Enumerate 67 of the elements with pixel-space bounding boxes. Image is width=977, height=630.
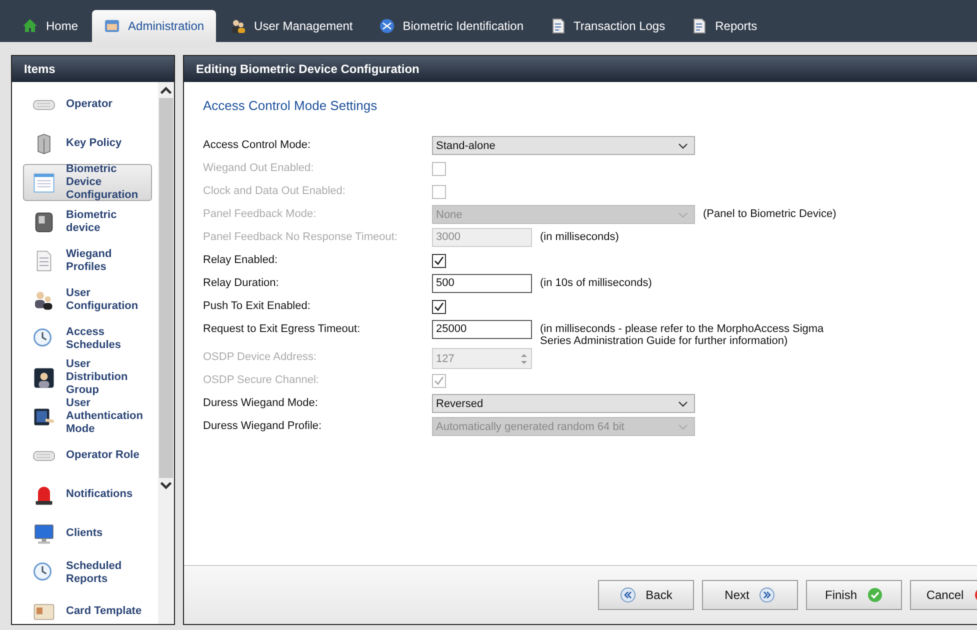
field-label: Relay Duration: — [203, 276, 280, 289]
field-label: Panel Feedback Mode: — [203, 207, 318, 220]
sidebar-item[interactable]: Notifications — [23, 476, 152, 513]
sidebar-item[interactable]: User Authentication Mode — [23, 398, 152, 435]
sidebar-item[interactable]: Access Schedules — [23, 320, 152, 357]
window-icon — [104, 18, 120, 34]
nav-tab[interactable]: Administration — [92, 10, 216, 42]
sidebar-item[interactable]: Biometric Device Configuration — [23, 164, 152, 201]
sidebar-item[interactable]: Biometric device — [23, 203, 152, 240]
field-hint: (in milliseconds) — [540, 230, 620, 243]
checkbox[interactable] — [432, 254, 446, 268]
input-field[interactable]: 25000 — [432, 320, 532, 339]
window-icon — [32, 170, 56, 194]
sidebar-item[interactable]: User Configuration — [23, 281, 152, 318]
field-label: Duress Wiegand Mode: — [203, 396, 319, 409]
house-icon — [22, 18, 38, 34]
field-label: Clock and Data Out Enabled: — [203, 184, 346, 197]
sidebar-item[interactable]: Card Template — [23, 593, 152, 630]
field-hint: (Panel to Biometric Device) — [703, 207, 838, 220]
caret-icon — [678, 210, 688, 220]
field-label: OSDP Secure Channel: — [203, 373, 320, 386]
check-icon — [867, 587, 883, 603]
field-hint: (in milliseconds - please refer to the MorphoAccess Sigma Series Administration Guide for further information) — [540, 322, 825, 347]
finish-button[interactable]: Finish — [806, 580, 902, 610]
back-button[interactable]: Back — [598, 580, 694, 610]
field-label: Push To Exit Enabled: — [203, 299, 312, 312]
nav-tab[interactable]: Biometric Identification — [366, 10, 536, 42]
double-chevron-left-icon — [620, 587, 636, 603]
nav-tab[interactable]: Transaction Logs — [538, 10, 678, 42]
field-label: Duress Wiegand Profile: — [203, 419, 323, 432]
nav-tab[interactable]: Home — [10, 10, 90, 42]
scrollbar-thumb[interactable] — [159, 98, 173, 478]
sidebar-item[interactable]: User Distribution Group — [23, 359, 152, 396]
nav-tab[interactable]: Reports — [679, 10, 770, 42]
sidebar-item[interactable]: Operator — [23, 86, 152, 123]
field-label: OSDP Device Address: — [203, 350, 318, 363]
field-label: Wiegand Out Enabled: — [203, 161, 315, 174]
panel-title: Editing Biometric Device Configuration — [184, 56, 977, 82]
checkbox[interactable] — [432, 300, 446, 314]
sidebar-title: Items — [12, 56, 174, 82]
document-icon — [691, 18, 708, 34]
cancel-button[interactable]: Cancel — [910, 580, 977, 610]
section-heading: Access Control Mode Settings — [203, 98, 378, 113]
caret-icon — [678, 140, 688, 150]
sidebar-item[interactable]: Operator Role — [23, 437, 152, 474]
sidebar-item[interactable]: Scheduled Reports — [23, 554, 152, 591]
input-field[interactable]: 500 — [432, 274, 532, 293]
portrait-icon — [32, 366, 56, 390]
sidebar-item[interactable]: Clients — [23, 515, 152, 552]
field-label: Panel Feedback No Response Timeout: — [203, 230, 398, 243]
field-label: Access Control Mode: — [203, 138, 312, 151]
people-icon — [230, 18, 246, 34]
field-label: Request to Exit Egress Timeout: — [203, 322, 362, 335]
sidebar-item[interactable]: Key Policy — [23, 125, 152, 162]
caret-icon — [678, 422, 688, 432]
document-icon — [550, 18, 566, 34]
sidebar-item[interactable]: Wiegand Profiles — [23, 242, 152, 279]
scrollbar[interactable] — [158, 82, 174, 624]
nav-tab[interactable]: User Management — [218, 10, 365, 42]
dropdown[interactable]: Reversed — [432, 394, 695, 413]
double-chevron-right-icon — [759, 587, 776, 603]
field-label: Relay Enabled: — [203, 253, 279, 266]
field-hint: (in 10s of milliseconds) — [540, 276, 653, 289]
dropdown[interactable]: Stand-alone — [432, 136, 695, 155]
monitor-icon — [32, 522, 56, 546]
caret-icon — [678, 398, 688, 408]
next-button[interactable]: Next — [702, 580, 798, 610]
